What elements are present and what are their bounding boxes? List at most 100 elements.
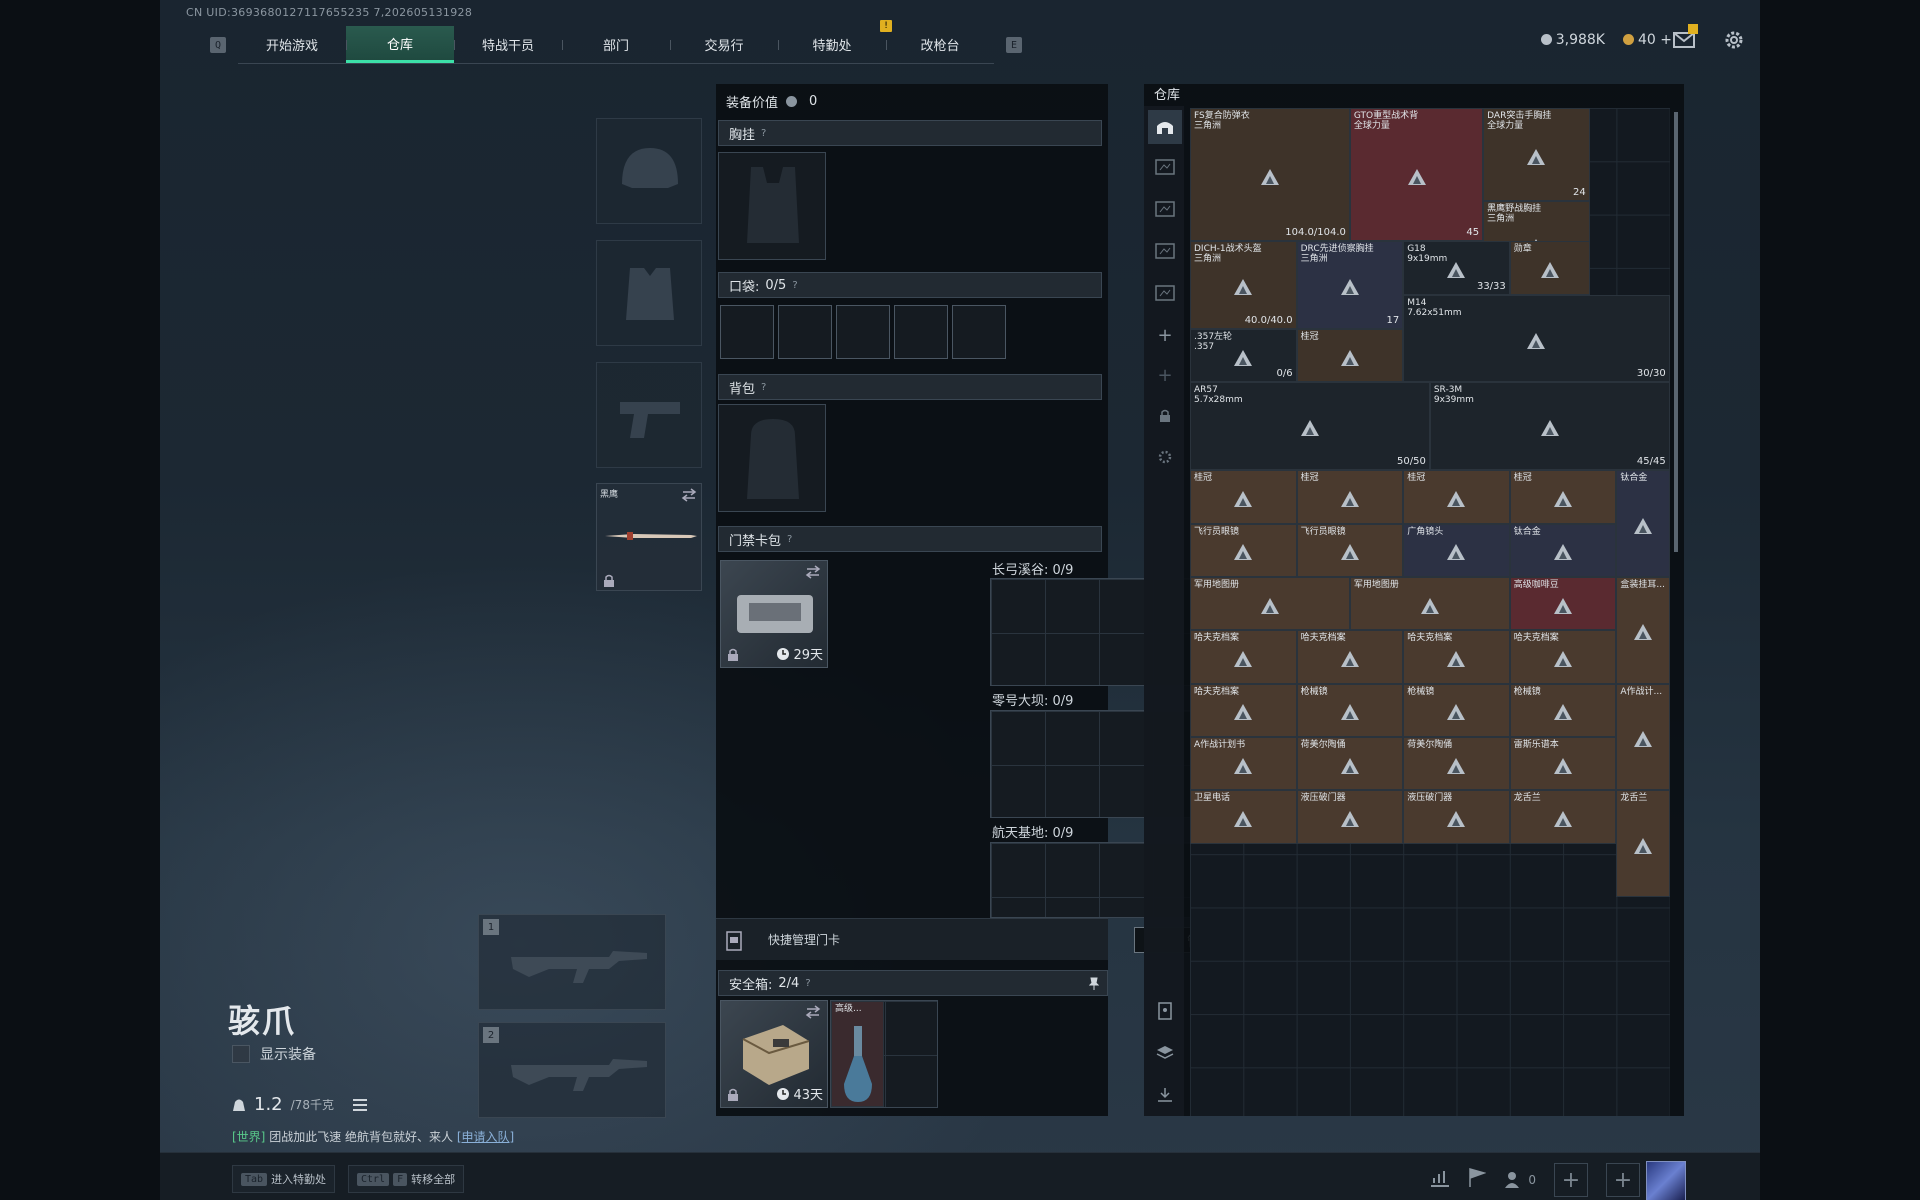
warehouse-item[interactable]: 龙舌兰 xyxy=(1616,790,1670,897)
tab-special-ops[interactable]: 特勤处! xyxy=(778,20,892,63)
warehouse-grid[interactable]: FS复合防弹衣 三角洲 104.0/104.0 GTO重型战术背 全球力量 45 DAR突击… xyxy=(1190,108,1670,1116)
pistol-slot[interactable] xyxy=(596,362,702,468)
storage-settings-icon[interactable] xyxy=(1148,440,1182,474)
warehouse-item[interactable]: 飞行员眼镜 xyxy=(1296,523,1404,578)
pocket-slot-2[interactable] xyxy=(778,305,832,359)
pocket-slot-3[interactable] xyxy=(836,305,890,359)
warehouse-item[interactable]: 枪械镜 xyxy=(1296,683,1404,737)
tab-department[interactable]: 部门 xyxy=(562,26,670,63)
warehouse-item[interactable]: 哈夫克档案 xyxy=(1296,630,1404,684)
pocket-slot-1[interactable] xyxy=(720,305,774,359)
warehouse-item[interactable]: FS复合防弹衣 三角洲 104.0/104.0 xyxy=(1190,108,1350,242)
warehouse-item[interactable]: 哈夫克档案 xyxy=(1190,683,1297,737)
warehouse-item[interactable]: 勋章 xyxy=(1509,241,1590,295)
warehouse-item[interactable]: DAR突击手胸挂 全球力量 24 xyxy=(1483,108,1590,202)
warehouse-item[interactable]: 哈夫克档案 xyxy=(1190,630,1297,684)
pin-icon[interactable] xyxy=(1089,977,1099,991)
warehouse-item[interactable]: 雷斯乐谱本 xyxy=(1509,736,1617,791)
help-icon[interactable]: ? xyxy=(761,128,766,139)
warehouse-item[interactable]: 桂冠 xyxy=(1296,329,1404,383)
show-equipment-toggle[interactable]: 显示装备 xyxy=(232,1044,316,1064)
warehouse-item[interactable]: 液压破门器 xyxy=(1403,790,1510,844)
armor-slot[interactable] xyxy=(596,240,702,346)
invite-slot-2[interactable]: + xyxy=(1606,1163,1640,1197)
pocket-slot-4[interactable] xyxy=(894,305,948,359)
warehouse-item[interactable]: G18 9x19mm 33/33 xyxy=(1403,241,1510,295)
enter-special-ops-hint[interactable]: Tab 进入特勤处 xyxy=(232,1165,336,1193)
warehouse-item[interactable]: A作战计... xyxy=(1616,683,1670,791)
backpack-slot[interactable] xyxy=(718,404,826,512)
mail-icon[interactable] xyxy=(1672,24,1698,52)
keycard-case[interactable]: 29天 xyxy=(720,560,828,668)
melee-slot[interactable]: 黑鹰 xyxy=(596,483,702,591)
warehouse-item[interactable]: DRC先进侦察胸挂 三角洲 17 xyxy=(1296,241,1404,330)
warehouse-item[interactable]: 桂冠 xyxy=(1296,470,1404,524)
primary-weapon-slot-2[interactable]: 2 xyxy=(478,1022,666,1118)
warehouse-scrollbar[interactable] xyxy=(1674,112,1678,552)
settings-gear-icon[interactable] xyxy=(1722,28,1746,52)
warehouse-home-icon[interactable] xyxy=(1148,110,1182,144)
warehouse-item[interactable]: 飞行员眼镜 xyxy=(1190,523,1297,578)
warehouse-item[interactable]: 钛合金 xyxy=(1616,470,1670,578)
helmet-slot[interactable] xyxy=(596,118,702,224)
warehouse-item[interactable]: 广角镜头 xyxy=(1403,523,1510,578)
add-storage-icon[interactable]: + xyxy=(1148,318,1182,352)
tab-warehouse[interactable]: 仓库 xyxy=(346,26,454,63)
warehouse-item[interactable]: 军用地图册 xyxy=(1190,577,1350,631)
warehouse-item[interactable]: 哈夫克档案 xyxy=(1403,630,1510,684)
stats-icon[interactable] xyxy=(1430,1169,1450,1191)
tab-trade[interactable]: 交易行 xyxy=(670,26,778,63)
pocket-slot-5[interactable] xyxy=(952,305,1006,359)
checkbox[interactable] xyxy=(232,1045,250,1063)
tab-start-game[interactable]: 开始游戏 xyxy=(238,26,346,63)
warehouse-item[interactable]: 桂冠 xyxy=(1509,470,1617,524)
help-icon[interactable]: ? xyxy=(787,534,792,545)
chest-rig-slot[interactable] xyxy=(718,152,826,260)
swap-icon[interactable] xyxy=(805,1005,821,1019)
warehouse-item[interactable]: A作战计划书 xyxy=(1190,736,1297,791)
sort-icon[interactable] xyxy=(1148,994,1182,1028)
warehouse-item[interactable]: M14 7.62x51mm 30/30 xyxy=(1403,294,1670,383)
add-token-button[interactable]: + xyxy=(1660,32,1672,48)
help-icon[interactable]: ? xyxy=(805,978,810,989)
warehouse-item[interactable]: 枪械镜 xyxy=(1509,683,1617,737)
warehouse-item[interactable]: 卫星电话 xyxy=(1190,790,1297,844)
help-icon[interactable]: ? xyxy=(792,280,797,291)
warehouse-item[interactable]: .357左轮 .357 0/6 xyxy=(1190,329,1297,383)
warehouse-item[interactable]: 军用地图册 xyxy=(1349,577,1510,631)
warehouse-item[interactable]: 钛合金 xyxy=(1509,523,1617,578)
warehouse-item[interactable]: 龙舌兰 xyxy=(1509,790,1617,844)
friends-icon[interactable]: 0 xyxy=(1504,1171,1536,1189)
warehouse-item[interactable]: 枪械镜 xyxy=(1403,683,1510,737)
warehouse-item[interactable]: 哈夫克档案 xyxy=(1509,630,1617,684)
storage-tab-1-icon[interactable] xyxy=(1148,150,1182,184)
warehouse-item[interactable]: AR57 5.7x28mm 50/50 xyxy=(1190,382,1430,471)
tab-gunsmith[interactable]: 改枪台 xyxy=(886,26,994,63)
warehouse-item[interactable]: SR-3M 9x39mm 45/45 xyxy=(1429,382,1670,471)
join-team-link[interactable]: [申请入队] xyxy=(457,1130,514,1144)
transfer-icon[interactable] xyxy=(1148,1078,1182,1112)
flag-icon[interactable] xyxy=(1468,1168,1487,1192)
swap-icon[interactable] xyxy=(681,488,697,502)
warehouse-item[interactable]: 高级咖啡豆 xyxy=(1509,577,1617,631)
safe-item[interactable]: 高级... xyxy=(831,1001,884,1107)
warehouse-item[interactable]: 桂冠 xyxy=(1403,470,1510,524)
primary-weapon-slot-1[interactable]: 1 xyxy=(478,914,666,1010)
prev-tab-key[interactable]: Q xyxy=(210,37,226,53)
layers-icon[interactable] xyxy=(1148,1036,1182,1070)
transfer-all-hint[interactable]: Ctrl F 转移全部 xyxy=(348,1165,465,1193)
storage-tab-2-icon[interactable] xyxy=(1148,192,1182,226)
storage-tab-4-icon[interactable] xyxy=(1148,276,1182,310)
list-icon[interactable] xyxy=(352,1098,368,1112)
warehouse-item[interactable]: 液压破门器 xyxy=(1296,790,1404,844)
help-icon[interactable]: ? xyxy=(761,382,766,393)
warehouse-item[interactable]: 桂冠 xyxy=(1190,470,1297,524)
warehouse-item[interactable]: 荷美尔陶俑 xyxy=(1296,736,1404,791)
swap-icon[interactable] xyxy=(805,565,821,579)
warehouse-item[interactable]: 荷美尔陶俑 xyxy=(1403,736,1510,791)
warehouse-item[interactable]: DICH-1战术头盔 三角洲 40.0/40.0 xyxy=(1190,241,1297,330)
warehouse-item[interactable]: 盒装挂耳... xyxy=(1616,577,1670,684)
storage-tab-3-icon[interactable] xyxy=(1148,234,1182,268)
tab-operators[interactable]: 特战干员 xyxy=(454,26,562,63)
next-tab-key[interactable]: E xyxy=(1006,37,1022,53)
